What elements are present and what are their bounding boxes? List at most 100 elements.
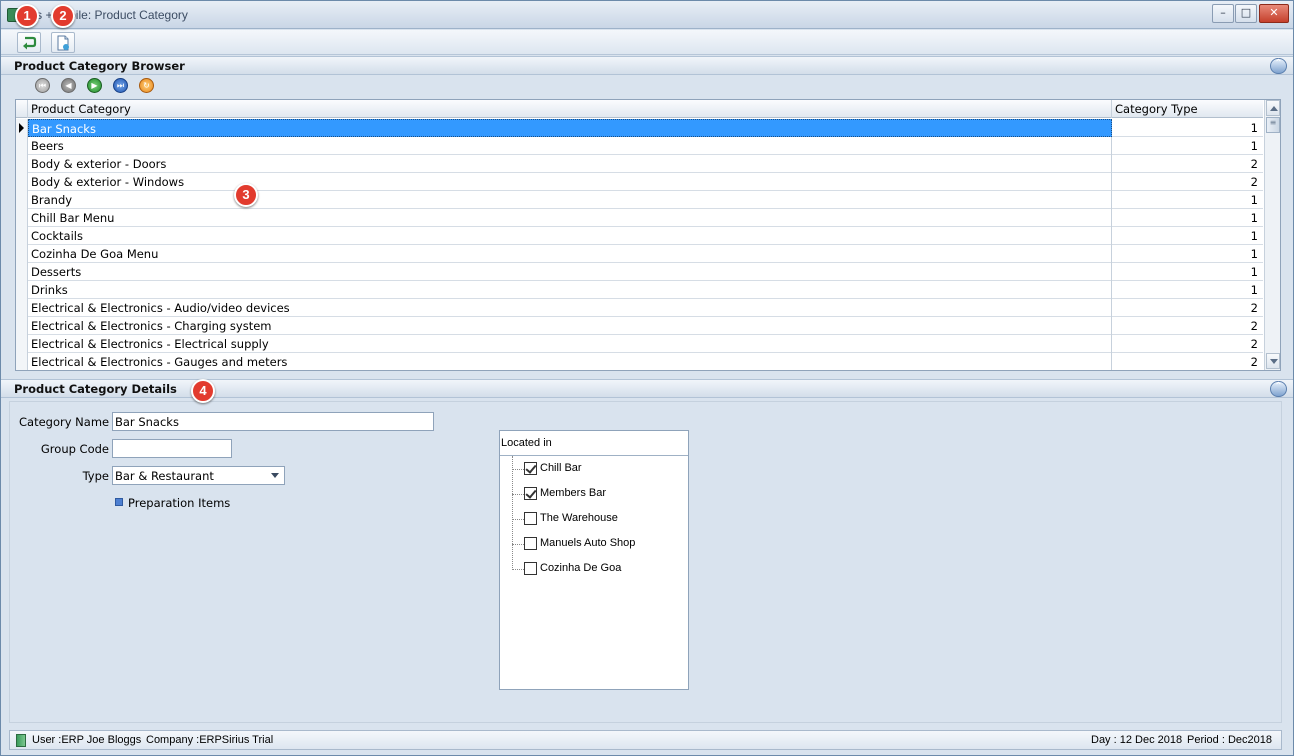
table-row[interactable]: Cocktails 1 <box>16 227 1263 245</box>
table-row[interactable]: Electrical & Electronics - Charging syst… <box>16 317 1263 335</box>
preparation-items-label: Preparation Items <box>128 496 231 510</box>
group-code-input[interactable] <box>112 439 232 458</box>
column-header-category-type[interactable]: Category Type <box>1112 100 1263 118</box>
cell-product-category[interactable]: Electrical & Electronics - Gauges and me… <box>28 353 1112 370</box>
cell-product-category[interactable]: Drinks <box>28 281 1112 299</box>
location-checkbox[interactable] <box>524 562 537 575</box>
cell-product-category[interactable]: Brandy <box>28 191 1112 209</box>
refresh-icon: ↻ <box>143 81 150 90</box>
status-day: Day : 12 Dec 2018 <box>1091 734 1183 746</box>
table-row[interactable]: Brandy 1 <box>16 191 1263 209</box>
location-label: Chill Bar <box>540 462 582 474</box>
save-return-button[interactable] <box>17 32 41 53</box>
scroll-down-button[interactable] <box>1266 353 1280 369</box>
location-checkbox[interactable] <box>524 462 537 475</box>
status-period: Period : Dec2018 <box>1187 734 1272 746</box>
green-return-arrow-icon <box>23 36 37 50</box>
cell-product-category[interactable]: Body & exterior - Windows <box>28 173 1112 191</box>
table-row[interactable]: Electrical & Electronics - Electrical su… <box>16 335 1263 353</box>
table-row[interactable]: Body & exterior - Windows 2 <box>16 173 1263 191</box>
cell-category-type[interactable]: 2 <box>1112 353 1263 370</box>
close-button[interactable]: ✕ <box>1259 4 1289 23</box>
grip-icon: ≡ <box>1269 118 1277 127</box>
table-row[interactable]: Drinks 1 <box>16 281 1263 299</box>
cell-category-type[interactable]: 2 <box>1112 335 1263 353</box>
cell-product-category[interactable]: Chill Bar Menu <box>28 209 1112 227</box>
cell-category-type[interactable]: 1 <box>1112 209 1263 227</box>
table-row[interactable]: Beers 1 <box>16 137 1263 155</box>
cell-category-type[interactable]: 1 <box>1112 263 1263 281</box>
scroll-thumb[interactable]: ≡ <box>1266 117 1280 133</box>
first-record-button[interactable]: ⏮ <box>35 78 50 93</box>
location-checkbox[interactable] <box>524 487 537 500</box>
cell-product-category[interactable]: Cocktails <box>28 227 1112 245</box>
column-header-product-category[interactable]: Product Category <box>28 100 1112 118</box>
status-bar: User :ERP Joe Bloggs Company :ERPSirius … <box>9 730 1282 750</box>
location-item-manuels-auto-shop[interactable]: Manuels Auto Shop <box>500 535 688 553</box>
book-icon <box>16 734 26 747</box>
close-icon: ✕ <box>1269 6 1279 19</box>
location-checkbox[interactable] <box>524 537 537 550</box>
browser-section-header[interactable]: Product Category Browser ⌃ <box>1 56 1293 75</box>
table-row[interactable]: Cozinha De Goa Menu 1 <box>16 245 1263 263</box>
row-indicator <box>16 155 28 173</box>
annotation-badge-2: 2 <box>51 4 75 28</box>
previous-icon: ◀ <box>65 81 72 90</box>
cell-category-type[interactable]: 1 <box>1112 227 1263 245</box>
cell-product-category[interactable]: Electrical & Electronics - Electrical su… <box>28 335 1112 353</box>
cell-category-type[interactable]: 2 <box>1112 173 1263 191</box>
row-indicator <box>16 191 28 209</box>
scroll-up-icon <box>1270 106 1278 111</box>
cell-category-type[interactable]: 1 <box>1112 191 1263 209</box>
location-checkbox[interactable] <box>524 512 537 525</box>
previous-record-button[interactable]: ◀ <box>61 78 76 93</box>
cell-product-category[interactable]: Cozinha De Goa Menu <box>28 245 1112 263</box>
refresh-button[interactable]: ↻ <box>139 78 154 93</box>
scroll-up-button[interactable] <box>1266 100 1280 116</box>
cell-product-category[interactable]: Beers <box>28 137 1112 155</box>
row-indicator <box>16 119 28 137</box>
last-record-button[interactable]: ⏭ <box>113 78 128 93</box>
table-row[interactable]: Electrical & Electronics - Audio/video d… <box>16 299 1263 317</box>
browser-collapse-button[interactable]: ⌃ <box>1270 58 1287 74</box>
grid-vertical-scrollbar[interactable]: ≡ <box>1264 100 1280 370</box>
cell-product-category[interactable]: Bar Snacks <box>28 119 1112 137</box>
preparation-items-checkbox[interactable] <box>115 498 123 506</box>
location-item-the-warehouse[interactable]: The Warehouse <box>500 510 688 528</box>
details-section-title: Product Category Details <box>14 382 177 396</box>
location-item-chill-bar[interactable]: Chill Bar <box>500 460 688 478</box>
cell-product-category[interactable]: Desserts <box>28 263 1112 281</box>
category-name-input[interactable]: Bar Snacks <box>112 412 434 431</box>
location-label: Members Bar <box>540 487 607 499</box>
location-item-members-bar[interactable]: Members Bar <box>500 485 688 503</box>
table-row[interactable]: Bar Snacks 1 <box>16 119 1263 137</box>
maximize-button[interactable]: □ <box>1235 4 1257 23</box>
cell-category-type[interactable]: 1 <box>1112 245 1263 263</box>
type-dropdown-button[interactable] <box>268 468 283 483</box>
row-indicator-header <box>16 100 28 118</box>
type-select[interactable]: Bar & Restaurant <box>112 466 285 485</box>
collapse-icon: ⌃ <box>1274 381 1283 392</box>
next-record-button[interactable]: ▶ <box>87 78 102 93</box>
row-indicator <box>16 137 28 155</box>
cell-category-type[interactable]: 2 <box>1112 317 1263 335</box>
location-item-cozinha-de-goa[interactable]: Cozinha De Goa <box>500 560 688 578</box>
product-category-grid[interactable]: Product Category Category Type Bar Snack… <box>15 99 1281 371</box>
new-record-button[interactable] <box>51 32 75 53</box>
table-row[interactable]: Electrical & Electronics - Gauges and me… <box>16 353 1263 370</box>
cell-category-type[interactable]: 1 <box>1112 137 1263 155</box>
table-row[interactable]: Desserts 1 <box>16 263 1263 281</box>
cell-product-category[interactable]: Body & exterior - Doors <box>28 155 1112 173</box>
cell-category-type[interactable]: 2 <box>1112 299 1263 317</box>
cell-category-type[interactable]: 1 <box>1112 119 1263 137</box>
toolbar <box>1 30 1293 55</box>
table-row[interactable]: Body & exterior - Doors 2 <box>16 155 1263 173</box>
table-row[interactable]: Chill Bar Menu 1 <box>16 209 1263 227</box>
minimize-button[interactable]: – <box>1212 4 1234 23</box>
cell-product-category[interactable]: Electrical & Electronics - Charging syst… <box>28 317 1112 335</box>
details-collapse-button[interactable]: ⌃ <box>1270 381 1287 397</box>
cell-category-type[interactable]: 2 <box>1112 155 1263 173</box>
row-indicator <box>16 299 28 317</box>
cell-product-category[interactable]: Electrical & Electronics - Audio/video d… <box>28 299 1112 317</box>
cell-category-type[interactable]: 1 <box>1112 281 1263 299</box>
